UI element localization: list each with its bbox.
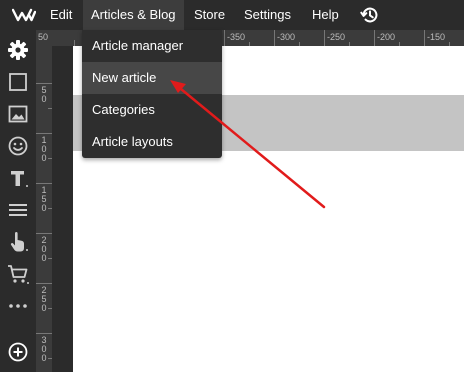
menu-lines-icon[interactable] xyxy=(6,198,30,222)
image-icon[interactable] xyxy=(6,102,30,126)
add-circle-icon[interactable] xyxy=(6,340,30,364)
left-toolbar xyxy=(0,30,36,372)
menu-settings[interactable]: Settings xyxy=(237,0,298,30)
top-menu-bar: Edit Articles & Blog Store Settings Help xyxy=(0,0,464,30)
cart-icon[interactable] xyxy=(6,262,30,286)
text-icon[interactable] xyxy=(6,166,30,190)
gear-icon[interactable] xyxy=(6,38,30,62)
ruler-label: 50 xyxy=(38,32,49,42)
ruler-label: 300 xyxy=(41,335,47,363)
menu-help[interactable]: Help xyxy=(305,0,346,30)
menu-edit[interactable]: Edit xyxy=(43,0,79,30)
ruler-label: -250 xyxy=(327,32,346,42)
ruler-label: 50 xyxy=(41,85,47,104)
menu-item-categories[interactable]: Categories xyxy=(82,94,222,126)
ruler-label: 200 xyxy=(41,235,47,263)
history-icon[interactable] xyxy=(359,4,381,26)
menu-store[interactable]: Store xyxy=(187,0,232,30)
ruler-label: 250 xyxy=(41,285,47,313)
ruler-label: -200 xyxy=(377,32,396,42)
ruler-label: 100 xyxy=(41,135,47,163)
more-dots-icon[interactable] xyxy=(6,294,30,318)
menu-item-article-manager[interactable]: Article manager xyxy=(82,30,222,62)
ruler-label: 150 xyxy=(41,185,47,213)
square-icon[interactable] xyxy=(6,70,30,94)
ruler-label: -350 xyxy=(227,32,246,42)
ruler-label: -150 xyxy=(427,32,446,42)
menu-item-article-layouts[interactable]: Article layouts xyxy=(82,126,222,158)
wave-logo-icon[interactable] xyxy=(12,7,36,23)
articles-blog-dropdown: Article manager New article Categories A… xyxy=(82,30,222,158)
canvas-gutter xyxy=(52,46,73,372)
ruler-label: -300 xyxy=(277,32,296,42)
menu-item-new-article[interactable]: New article xyxy=(82,62,222,94)
hand-pointer-icon[interactable] xyxy=(6,230,30,254)
smiley-icon[interactable] xyxy=(6,134,30,158)
vertical-ruler[interactable]: 50 100 150 200 250 300 xyxy=(36,46,52,372)
menu-articles-blog[interactable]: Articles & Blog xyxy=(83,0,184,30)
